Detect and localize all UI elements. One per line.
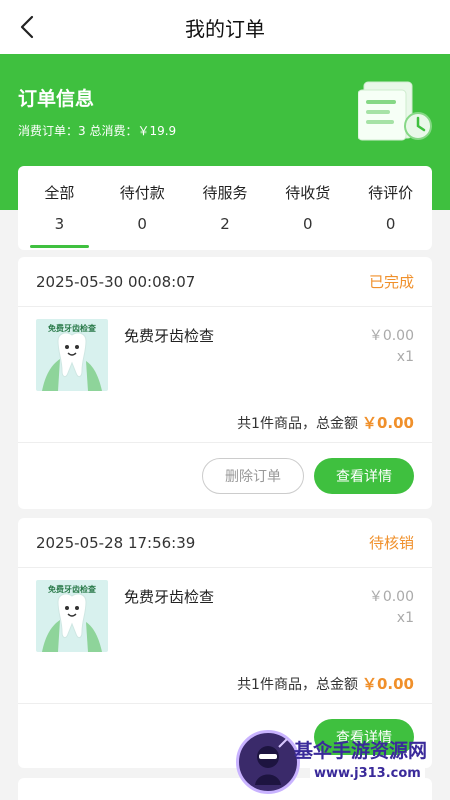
watermark-title: 基伞手游资源网 bbox=[294, 740, 428, 762]
tab-count: 0 bbox=[137, 215, 147, 233]
page-title: 我的订单 bbox=[185, 16, 265, 41]
tab-count: 2 bbox=[220, 215, 230, 233]
tab-count: 3 bbox=[54, 215, 65, 233]
site-watermark: 基伞手游资源网 www.j313.com bbox=[236, 730, 446, 794]
product-name: 免费牙齿检查 bbox=[124, 588, 215, 606]
order-item[interactable]: 免费牙齿检查 免费牙齿检查 ￥0.00 x1 bbox=[18, 568, 432, 664]
view-details-button[interactable]: 查看详情 bbox=[314, 458, 414, 494]
thumbnail-caption: 免费牙齿检查 bbox=[48, 324, 96, 333]
watermark-url: www.j313.com bbox=[310, 766, 425, 781]
order-header: 2025-05-30 00:08:07 已完成 bbox=[18, 257, 432, 307]
tab-count: 0 bbox=[385, 215, 396, 233]
order-header: 2025-05-28 17:56:39 待核销 bbox=[18, 518, 432, 568]
order-total: ￥0.00 bbox=[361, 414, 414, 432]
order-item[interactable]: 免费牙齿检查 免费牙齿检查 ￥0.00 x1 bbox=[18, 307, 432, 403]
summary-text: 共1件商品，总金额 bbox=[237, 676, 358, 693]
delete-order-button[interactable]: 删除订单 bbox=[202, 458, 304, 494]
order-status-tabs: 全部 3 待付款 0 待服务 2 待收货 0 待评价 0 bbox=[18, 166, 432, 250]
thumbnail-caption: 免费牙齿检查 bbox=[48, 585, 96, 594]
tooth-product-thumbnail: 免费牙齿检查 bbox=[36, 580, 108, 652]
order-status: 已完成 bbox=[368, 273, 414, 291]
tab-label: 全部 bbox=[44, 184, 75, 202]
tab-all[interactable]: 全部 3 bbox=[18, 166, 101, 250]
tab-pending-review[interactable]: 待评价 0 bbox=[349, 166, 432, 250]
order-card[interactable]: 2025-05-30 00:08:07 已完成 免费牙齿检查 免费牙齿检查 ￥0… bbox=[18, 257, 432, 509]
banner-summary: 消费订单：3 总消费：￥19.9 bbox=[18, 124, 177, 138]
order-date: 2025-05-30 00:08:07 bbox=[36, 272, 196, 291]
tab-label: 待评价 bbox=[368, 184, 414, 202]
receipt-clock-icon bbox=[357, 76, 434, 144]
tooth-product-thumbnail: 免费牙齿检查 bbox=[36, 319, 108, 391]
order-date: 2025-05-28 17:56:39 bbox=[36, 533, 196, 552]
tab-count: 0 bbox=[303, 215, 313, 233]
tab-label: 待付款 bbox=[119, 184, 165, 202]
product-name: 免费牙齿检查 bbox=[124, 327, 215, 345]
tab-pending-receipt[interactable]: 待收货 0 bbox=[266, 166, 349, 250]
order-actions: 删除订单 查看详情 bbox=[18, 443, 432, 509]
order-total: ￥0.00 bbox=[361, 675, 414, 693]
order-summary: 共1件商品，总金额 ￥0.00 bbox=[18, 403, 432, 443]
top-bar: 我的订单 bbox=[0, 0, 450, 54]
product-price: ￥0.00 bbox=[368, 328, 414, 344]
tab-pending-payment[interactable]: 待付款 0 bbox=[101, 166, 184, 250]
product-price: ￥0.00 bbox=[368, 589, 414, 605]
chevron-left-icon[interactable] bbox=[12, 12, 42, 42]
banner-title: 订单信息 bbox=[18, 88, 95, 110]
order-status: 待核销 bbox=[368, 534, 414, 552]
tab-label: 待收货 bbox=[285, 184, 331, 202]
summary-text: 共1件商品，总金额 bbox=[237, 415, 358, 432]
tab-label: 待服务 bbox=[202, 184, 248, 202]
product-quantity: x1 bbox=[396, 349, 414, 365]
order-summary: 共1件商品，总金额 ￥0.00 bbox=[18, 664, 432, 704]
tab-pending-service[interactable]: 待服务 2 bbox=[184, 166, 267, 250]
ninja-logo-icon bbox=[236, 730, 300, 794]
product-quantity: x1 bbox=[396, 610, 414, 626]
